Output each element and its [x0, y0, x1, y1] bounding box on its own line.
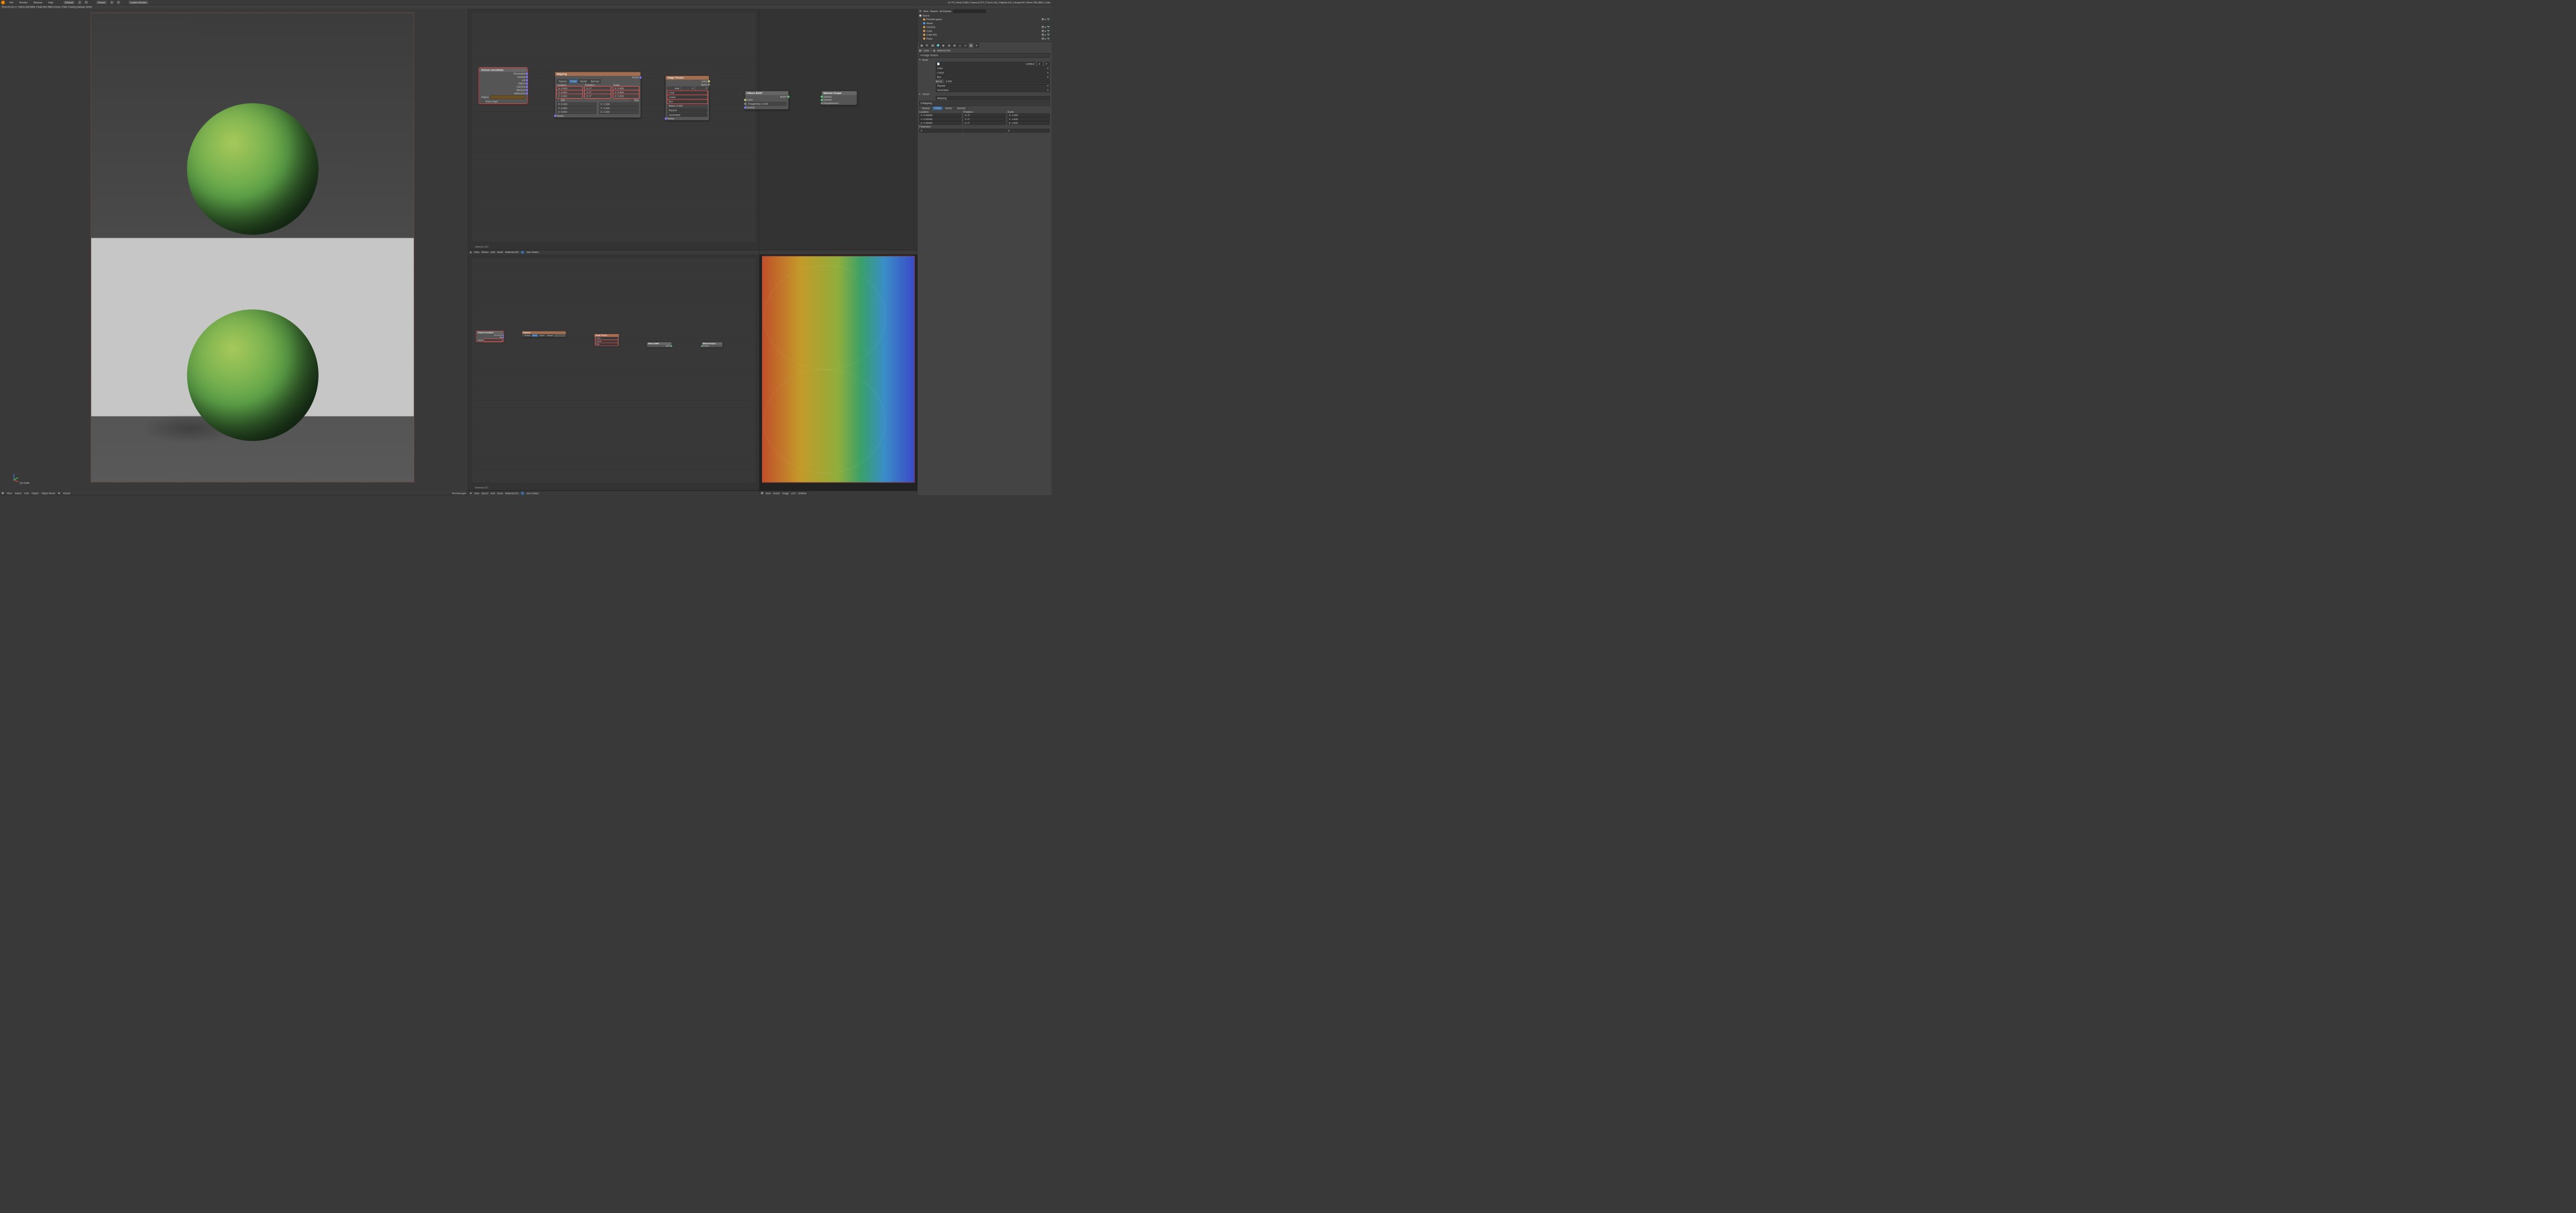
- editor-type-icon[interactable]: ◈: [470, 251, 472, 254]
- 3d-viewport[interactable]: (1) Cube ▦ View Select Add Object Object…: [0, 9, 468, 495]
- object-name-label: (1) Cube: [19, 482, 29, 484]
- layout-add-icon[interactable]: ＋: [78, 1, 81, 4]
- 3d-menu-view[interactable]: View: [7, 492, 12, 494]
- image-selector[interactable]: Untitled: [798, 492, 806, 494]
- axis-gizmo: [10, 472, 18, 480]
- editor-type-icon[interactable]: ▦: [1, 492, 3, 494]
- use-nodes-checkbox[interactable]: [521, 251, 525, 254]
- outliner-item[interactable]: Plane👁▸📷: [919, 37, 1050, 41]
- node-mapping[interactable]: Mapping Vector TexturePointVectorNormal …: [555, 72, 641, 118]
- render-result: [91, 13, 415, 482]
- layout-del-icon[interactable]: ✕: [85, 1, 88, 4]
- menu-help[interactable]: Help: [46, 1, 54, 3]
- 3d-menu-object[interactable]: Object: [32, 492, 39, 494]
- node-texture-coordinate[interactable]: Texture Coordinate GeneratedNormalUVObje…: [479, 68, 527, 103]
- node-diffuse-bsdf[interactable]: Diffuse BSDF BSDF Color Roughness: 0.000…: [745, 91, 788, 110]
- image-editor-header: ▦ View Select Image UVs Untitled: [759, 490, 918, 495]
- properties-tabs[interactable]: ▦📷🖼🌍◧▧▤◬⬡▨✦: [919, 43, 1050, 48]
- mode-selector[interactable]: Object Mode: [42, 492, 56, 494]
- version-info: v2.79 | Verts:3,080 | Faces:3,073 | Tris…: [948, 1, 1051, 3]
- scene-add-icon[interactable]: ＋: [110, 1, 113, 4]
- material-name-label: Material.002: [475, 246, 488, 248]
- menu-file[interactable]: File: [7, 1, 15, 3]
- panel-image-texture[interactable]: ▾ Image Texture: [919, 53, 1050, 58]
- node-editor-top[interactable]: Texture Coordinate GeneratedNormalUVObje…: [468, 9, 759, 250]
- panel-mapping[interactable]: ▾ Mapping: [919, 101, 1050, 106]
- material-selector[interactable]: Material.002: [505, 251, 519, 254]
- outliner-search-input[interactable]: [953, 9, 985, 13]
- uv-image-editor[interactable]: [759, 254, 918, 490]
- renderlayer-selector[interactable]: RenderLayer: [452, 492, 466, 494]
- menu-window[interactable]: Window: [32, 1, 44, 3]
- 3d-menu-add[interactable]: Add: [24, 492, 29, 494]
- blender-icon: [1, 1, 5, 5]
- node-editor-bottom[interactable]: Texture CoordinateGeneratedUVObject: Map…: [468, 254, 759, 490]
- menu-render[interactable]: Render: [17, 1, 29, 3]
- material-name-label-2: Material.001: [475, 486, 488, 489]
- properties-panel[interactable]: ▦📷🖼🌍◧▧▤◬⬡▨✦ ◧Cube›◉Material.002 ▾ Image …: [918, 42, 1052, 495]
- 3d-menu-select[interactable]: Select: [15, 492, 21, 494]
- node-image-texture[interactable]: Image Texture Color Alpha Unti3F Color L…: [665, 76, 709, 121]
- outliner[interactable]: ☰ View Search All Scenes SceneRenderLaye…: [918, 9, 1052, 42]
- orientation-selector[interactable]: Global: [63, 492, 70, 494]
- engine-selector[interactable]: Cycles Render: [128, 1, 148, 5]
- texture-tab-icon: ▨: [969, 43, 973, 48]
- scene-del-icon[interactable]: ✕: [117, 1, 120, 4]
- 3d-view-header: ▦ View Select Add Object Object Mode ◉ G…: [0, 491, 468, 495]
- node-editor-header-bottom: ◈ View Select Add Node Material.001 Use …: [468, 490, 759, 495]
- scene-selector[interactable]: Scene: [96, 1, 107, 5]
- top-menu-bar: File Render Window Help Default ＋ ✕ Scen…: [0, 0, 1051, 5]
- layout-selector[interactable]: Default: [63, 1, 74, 5]
- node-material-output[interactable]: Material Output Surface Volume Displacem…: [822, 91, 857, 105]
- shading-icon[interactable]: ◉: [58, 492, 60, 494]
